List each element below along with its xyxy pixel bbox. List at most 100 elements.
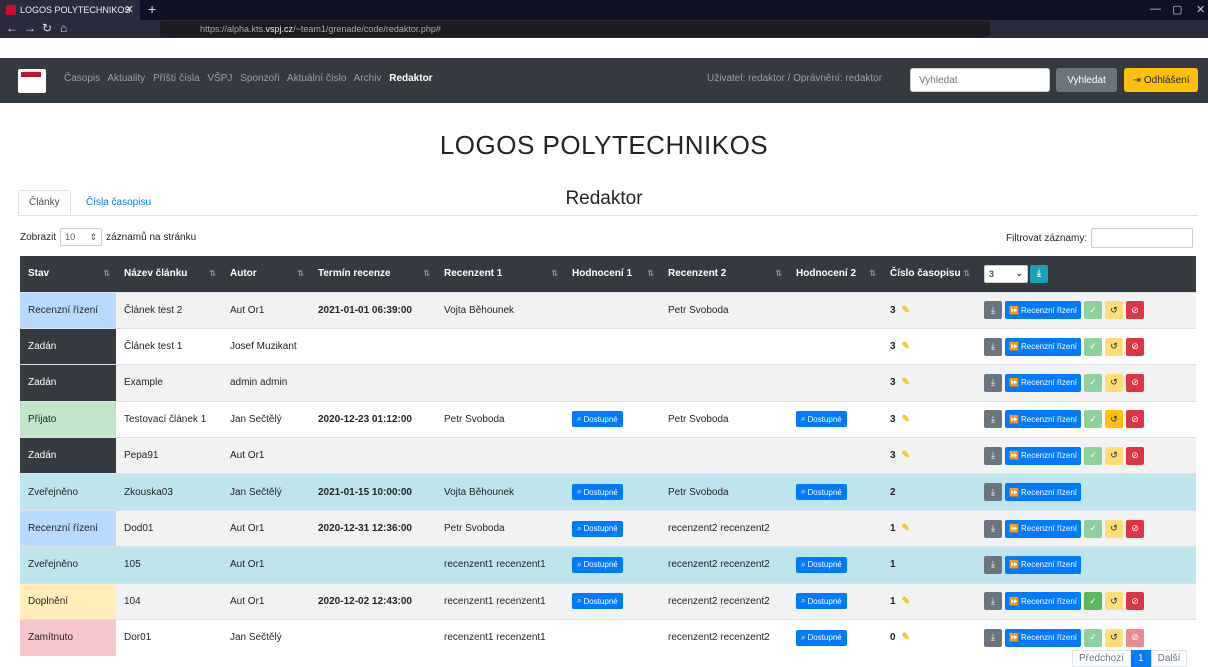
download-icon[interactable]: ⤓ (984, 628, 1002, 647)
undo-icon[interactable]: ↺ (1105, 337, 1123, 356)
col-nazev[interactable]: Název článku ⇅ (116, 256, 222, 292)
page-length-select[interactable]: 10 ⇕ (60, 228, 103, 246)
ban-icon[interactable]: ⊘ (1126, 628, 1144, 647)
check-icon[interactable]: ✓ (1084, 446, 1102, 465)
review-button[interactable]: ⏩ Recenzní řízení (1005, 337, 1081, 356)
col-termin[interactable]: Termín recenze ⇅ (310, 256, 436, 292)
download-icon[interactable]: ⤓ (984, 483, 1002, 502)
ban-icon[interactable]: ⊘ (1126, 301, 1144, 320)
review-button[interactable]: ⏩ Recenzní řízení (1005, 555, 1081, 574)
menu-item-archiv[interactable]: Archiv (354, 73, 382, 84)
check-icon[interactable]: ✓ (1084, 410, 1102, 429)
undo-icon[interactable]: ↺ (1105, 628, 1123, 647)
menu-item-vspj[interactable]: VŠPJ (207, 73, 232, 84)
pencil-icon[interactable]: ✎ (902, 632, 910, 643)
undo-icon[interactable]: ↺ (1105, 519, 1123, 538)
new-tab-icon[interactable]: + (148, 1, 156, 17)
tab-clanky[interactable]: Články (18, 190, 71, 215)
menu-item-pristi-cisla[interactable]: Příští čísla (153, 73, 200, 84)
check-icon[interactable]: ✓ (1084, 301, 1102, 320)
menu-item-casopis[interactable]: Časopis (64, 73, 100, 84)
filter-input[interactable] (1091, 228, 1194, 248)
next-page-button[interactable]: Další (1150, 650, 1188, 667)
available-button[interactable]: ⌕ Dostupné (572, 484, 623, 501)
ban-icon[interactable]: ⊘ (1126, 410, 1144, 429)
col-hodnoceni2[interactable]: Hodnocení 2 ⇅ (788, 256, 882, 292)
search-input[interactable] (910, 68, 1050, 92)
check-icon[interactable]: ✓ (1084, 373, 1102, 392)
back-icon[interactable]: ← (6, 21, 18, 35)
download-icon[interactable]: ⤓ (984, 337, 1002, 356)
available-button[interactable]: ⌕ Dostupné (572, 556, 623, 573)
review-button[interactable]: ⏩ Recenzní řízení (1005, 446, 1081, 465)
undo-icon[interactable]: ↺ (1105, 410, 1123, 429)
download-icon[interactable]: ⤓ (984, 410, 1002, 429)
available-button[interactable]: ⌕ Dostupné (796, 629, 847, 646)
page-1-button[interactable]: 1 (1131, 650, 1151, 667)
download-icon[interactable]: ⤓ (1030, 264, 1048, 283)
ban-icon[interactable]: ⊘ (1126, 592, 1144, 611)
undo-icon[interactable]: ↺ (1105, 446, 1123, 465)
pencil-icon[interactable]: ✎ (902, 305, 910, 316)
review-button[interactable]: ⏩ Recenzní řízení (1005, 410, 1081, 429)
check-icon[interactable]: ✓ (1084, 628, 1102, 647)
prev-page-button[interactable]: Předchozí (1072, 650, 1132, 667)
col-recenzent2[interactable]: Recenzent 2 ⇅ (660, 256, 788, 292)
forward-icon[interactable]: → (24, 21, 36, 35)
maximize-icon[interactable]: ▢ (1172, 3, 1182, 16)
download-icon[interactable]: ⤓ (984, 519, 1002, 538)
search-button[interactable]: Vyhledat (1056, 68, 1117, 92)
download-icon[interactable]: ⤓ (984, 555, 1002, 574)
download-icon[interactable]: ⤓ (984, 592, 1002, 611)
ban-icon[interactable]: ⊘ (1126, 337, 1144, 356)
review-button[interactable]: ⏩ Recenzní řízení (1005, 592, 1081, 611)
available-button[interactable]: ⌕ Dostupné (796, 484, 847, 501)
col-autor[interactable]: Autor ⇅ (222, 256, 310, 292)
ban-icon[interactable]: ⊘ (1126, 519, 1144, 538)
col-stav[interactable]: Stav ⇅ (20, 256, 116, 292)
pencil-icon[interactable]: ✎ (902, 523, 910, 534)
col-hodnoceni1[interactable]: Hodnocení 1 ⇅ (564, 256, 660, 292)
menu-item-aktuality[interactable]: Aktuality (107, 73, 145, 84)
undo-icon[interactable]: ↺ (1105, 373, 1123, 392)
site-logo[interactable] (18, 69, 46, 93)
review-button[interactable]: ⏩ Recenzní řízení (1005, 628, 1081, 647)
check-icon[interactable]: ✓ (1084, 519, 1102, 538)
home-icon[interactable]: ⌂ (60, 21, 67, 35)
review-button[interactable]: ⏩ Recenzní řízení (1005, 483, 1081, 502)
download-icon[interactable]: ⤓ (984, 301, 1002, 320)
download-icon[interactable]: ⤓ (984, 446, 1002, 465)
browser-tab[interactable]: LOGOS POLYTECHNIKOS ✕ (0, 0, 140, 20)
available-button[interactable]: ⌕ Dostupné (572, 411, 623, 428)
pencil-icon[interactable]: ✎ (902, 596, 910, 607)
close-tab-icon[interactable]: ✕ (125, 3, 134, 16)
pencil-icon[interactable]: ✎ (902, 450, 910, 461)
available-button[interactable]: ⌕ Dostupné (796, 593, 847, 610)
undo-icon[interactable]: ↺ (1105, 301, 1123, 320)
pencil-icon[interactable]: ✎ (902, 414, 910, 425)
tab-cisla-casopisu[interactable]: Čísla časopisu (76, 190, 161, 215)
available-button[interactable]: ⌕ Dostupné (796, 411, 847, 428)
download-icon[interactable]: ⤓ (984, 373, 1002, 392)
ban-icon[interactable]: ⊘ (1126, 373, 1144, 392)
reload-icon[interactable]: ↻ (42, 21, 52, 35)
available-button[interactable]: ⌕ Dostupné (796, 556, 847, 573)
address-bar[interactable]: https://alpha.kts.vspj.cz/~team1/grenade… (160, 21, 990, 37)
review-button[interactable]: ⏩ Recenzní řízení (1005, 301, 1081, 320)
menu-item-aktualni-cislo[interactable]: Aktuální číslo (287, 73, 346, 84)
available-button[interactable]: ⌕ Dostupné (572, 593, 623, 610)
undo-icon[interactable]: ↺ (1105, 592, 1123, 611)
pencil-icon[interactable]: ✎ (902, 341, 910, 352)
review-button[interactable]: ⏩ Recenzní řízení (1005, 373, 1081, 392)
pencil-icon[interactable]: ✎ (902, 377, 910, 388)
col-cislo[interactable]: Číslo časopisu ⇅ (882, 256, 976, 292)
issue-select[interactable]: 3 ⌄ (984, 264, 1028, 283)
available-button[interactable]: ⌕ Dostupné (572, 520, 623, 537)
close-window-icon[interactable]: ✕ (1196, 3, 1205, 16)
ban-icon[interactable]: ⊘ (1126, 446, 1144, 465)
menu-item-redaktor[interactable]: Redaktor (389, 73, 432, 84)
check-icon[interactable]: ✓ (1084, 337, 1102, 356)
logout-button[interactable]: ⇥ Odhlášení (1124, 68, 1198, 92)
review-button[interactable]: ⏩ Recenzní řízení (1005, 519, 1081, 538)
minimize-icon[interactable]: — (1150, 3, 1161, 15)
